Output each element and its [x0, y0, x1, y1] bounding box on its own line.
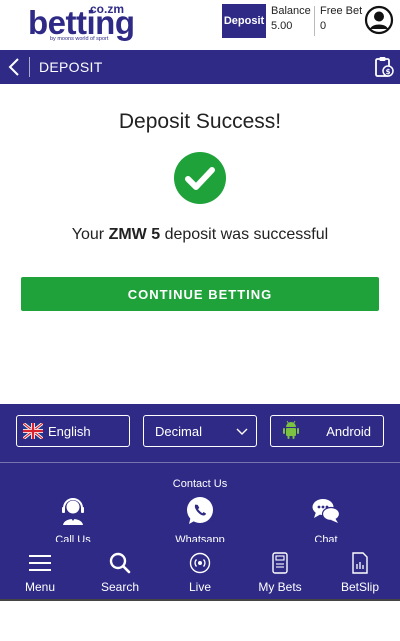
success-check-icon [174, 152, 226, 204]
chat-bubbles-icon [312, 499, 341, 523]
support-agent-icon [62, 498, 84, 525]
nav-search[interactable]: Search [85, 551, 155, 594]
uk-flag-icon [22, 421, 44, 441]
nav-menu-label: Menu [24, 580, 56, 594]
contact-us-heading: Contact Us [172, 478, 228, 490]
bottom-navigation: Menu Search Live My Bets BetSlip [0, 545, 400, 600]
continue-betting-button[interactable]: CONTINUE BETTING [21, 277, 379, 311]
nav-live[interactable]: Live [165, 551, 235, 594]
top-header: betting co.zm by moons world of sport De… [0, 0, 400, 50]
balance-value: 5.00 [271, 20, 293, 32]
whatsapp-link[interactable]: Whatsapp [170, 496, 230, 542]
nav-search-label: Search [100, 580, 140, 594]
account-avatar-icon[interactable] [364, 5, 394, 35]
android-app-button[interactable]: Android [270, 415, 384, 447]
logo-tagline: by moons world of sport [50, 36, 109, 42]
betting-logo[interactable]: betting co.zm by moons world of sport [28, 3, 140, 43]
android-label: Android [326, 423, 371, 439]
nav-my-bets-label: My Bets [258, 580, 302, 594]
freebet-label: Free Bet [320, 5, 363, 17]
call-us-link[interactable]: Call Us [43, 496, 103, 542]
nav-live-label: Live [188, 580, 211, 594]
betslip-icon [325, 551, 395, 575]
message-prefix: Your [71, 226, 109, 243]
deposit-button[interactable]: Deposit [222, 4, 266, 38]
live-broadcast-icon [165, 551, 235, 575]
nav-my-bets[interactable]: My Bets [245, 551, 315, 594]
chat-link[interactable]: Chat [296, 496, 356, 542]
nav-betslip-label: BetSlip [340, 580, 380, 594]
success-message: Your ZMW 5 deposit was successful [0, 226, 400, 244]
freebet-box[interactable]: Free Bet 0 [320, 4, 362, 34]
back-chevron-icon[interactable] [4, 54, 24, 80]
chat-label: Chat [314, 534, 338, 542]
subheader-divider [29, 57, 30, 77]
screen-bottom-edge [0, 599, 400, 601]
page-subheader: DEPOSIT $ [0, 50, 400, 84]
page-title: DEPOSIT [39, 59, 103, 75]
whatsapp-label: Whatsapp [175, 534, 225, 542]
footer-divider [0, 462, 400, 463]
ticket-icon [245, 551, 315, 575]
language-label: English [48, 423, 91, 439]
balance-label: Balance [271, 5, 311, 17]
deposit-amount: ZMW 5 [108, 226, 161, 243]
logo-domain: co.zm [90, 2, 125, 16]
clipboard-money-icon[interactable]: $ [374, 56, 394, 78]
search-icon [85, 551, 155, 575]
freebet-value: 0 [320, 20, 327, 32]
language-select[interactable]: English [16, 415, 130, 447]
message-suffix: deposit was successful [160, 226, 329, 243]
odds-format-label: Decimal [155, 423, 202, 439]
chevron-down-icon [236, 424, 248, 439]
success-heading: Deposit Success! [118, 110, 282, 133]
android-icon [283, 420, 299, 443]
hamburger-icon [5, 551, 75, 575]
balance-box[interactable]: Balance 5.00 [271, 4, 311, 34]
balance-divider [314, 6, 315, 36]
nav-menu[interactable]: Menu [5, 551, 75, 594]
call-us-label: Call Us [55, 534, 91, 542]
odds-format-select[interactable]: Decimal [143, 415, 257, 447]
nav-betslip[interactable]: BetSlip [325, 551, 395, 594]
whatsapp-icon [187, 497, 213, 524]
svg-text:$: $ [386, 68, 391, 76]
